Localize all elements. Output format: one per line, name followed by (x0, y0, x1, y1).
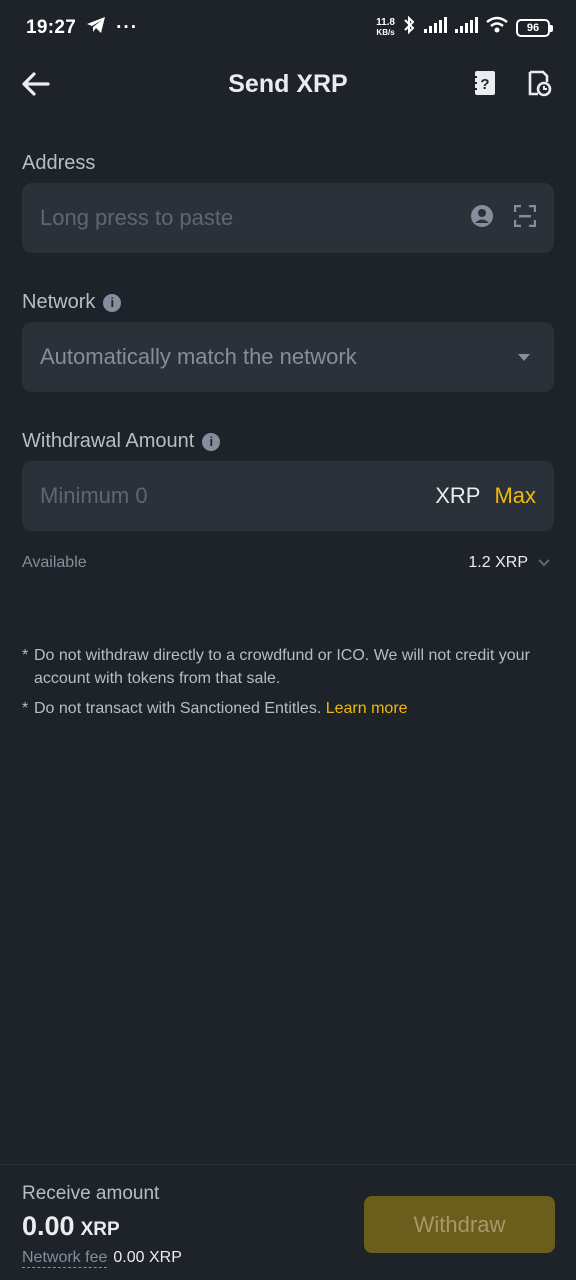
network-label: Network i (22, 291, 122, 314)
receive-amount-label: Receive amount (22, 1183, 160, 1204)
history-button[interactable] (524, 68, 554, 98)
history-icon (528, 70, 552, 97)
info-icon[interactable]: i (202, 432, 221, 451)
amount-field[interactable]: Minimum 0 XRP Max (22, 461, 554, 531)
network-fee-row: Network fee 0.00 XRP (22, 1249, 182, 1268)
bluetooth-icon (402, 15, 416, 41)
signal-icon-1 (423, 16, 447, 40)
receive-amount: 0.00 XRP (22, 1211, 120, 1241)
network-fee-label[interactable]: Network fee (22, 1249, 108, 1268)
top-bar: Send XRP ? (0, 56, 576, 112)
send-xrp-screen: 19:27 ··· 11.8 KB/s 96 Send XRP ? Addres… (0, 0, 576, 1280)
available-label: Available (22, 554, 87, 571)
address-placeholder: Long press to paste (40, 205, 234, 230)
contact-icon[interactable] (470, 204, 494, 233)
note-crowdfund: * Do not withdraw directly to a crowdfun… (22, 647, 530, 687)
address-book-icon: ? (473, 71, 495, 95)
status-time: 19:27 (26, 17, 77, 38)
learn-more-link[interactable]: Learn more (326, 700, 408, 717)
address-field[interactable]: Long press to paste (22, 183, 554, 253)
available-row: Available 1.2 XRP (22, 554, 550, 572)
caret-down-icon (518, 353, 530, 361)
network-select[interactable]: Automatically match the network (22, 322, 554, 392)
available-value[interactable]: 1.2 XRP (468, 554, 528, 572)
more-dots-icon: ··· (116, 17, 139, 38)
scan-icon[interactable] (513, 204, 537, 232)
withdraw-button[interactable]: Withdraw (364, 1196, 555, 1253)
amount-placeholder: Minimum 0 (40, 483, 148, 508)
bottom-panel: Receive amount 0.00 XRP Network fee 0.00… (0, 1164, 576, 1280)
notes: * Do not withdraw directly to a crowdfun… (22, 644, 556, 727)
info-icon[interactable]: i (103, 293, 122, 312)
wifi-icon (485, 16, 509, 40)
telegram-icon (86, 16, 106, 40)
amount-unit: XRP (435, 483, 481, 508)
withdrawal-amount-label: Withdrawal Amount i (22, 430, 221, 453)
status-bar: 19:27 ··· 11.8 KB/s 96 (0, 0, 576, 56)
svg-text:?: ? (480, 76, 489, 93)
battery-indicator: 96 (516, 19, 553, 37)
chevron-down-icon[interactable] (538, 554, 550, 572)
address-label: Address (22, 152, 96, 174)
network-value: Automatically match the network (40, 344, 357, 369)
net-speed: 11.8 KB/s (376, 17, 395, 38)
network-fee-value: 0.00 XRP (113, 1249, 182, 1266)
max-button[interactable]: Max (494, 483, 536, 509)
signal-icon-2 (454, 16, 478, 40)
address-book-button[interactable]: ? (470, 68, 500, 98)
note-sanctioned: * Do not transact with Sanctioned Entitl… (22, 700, 408, 717)
